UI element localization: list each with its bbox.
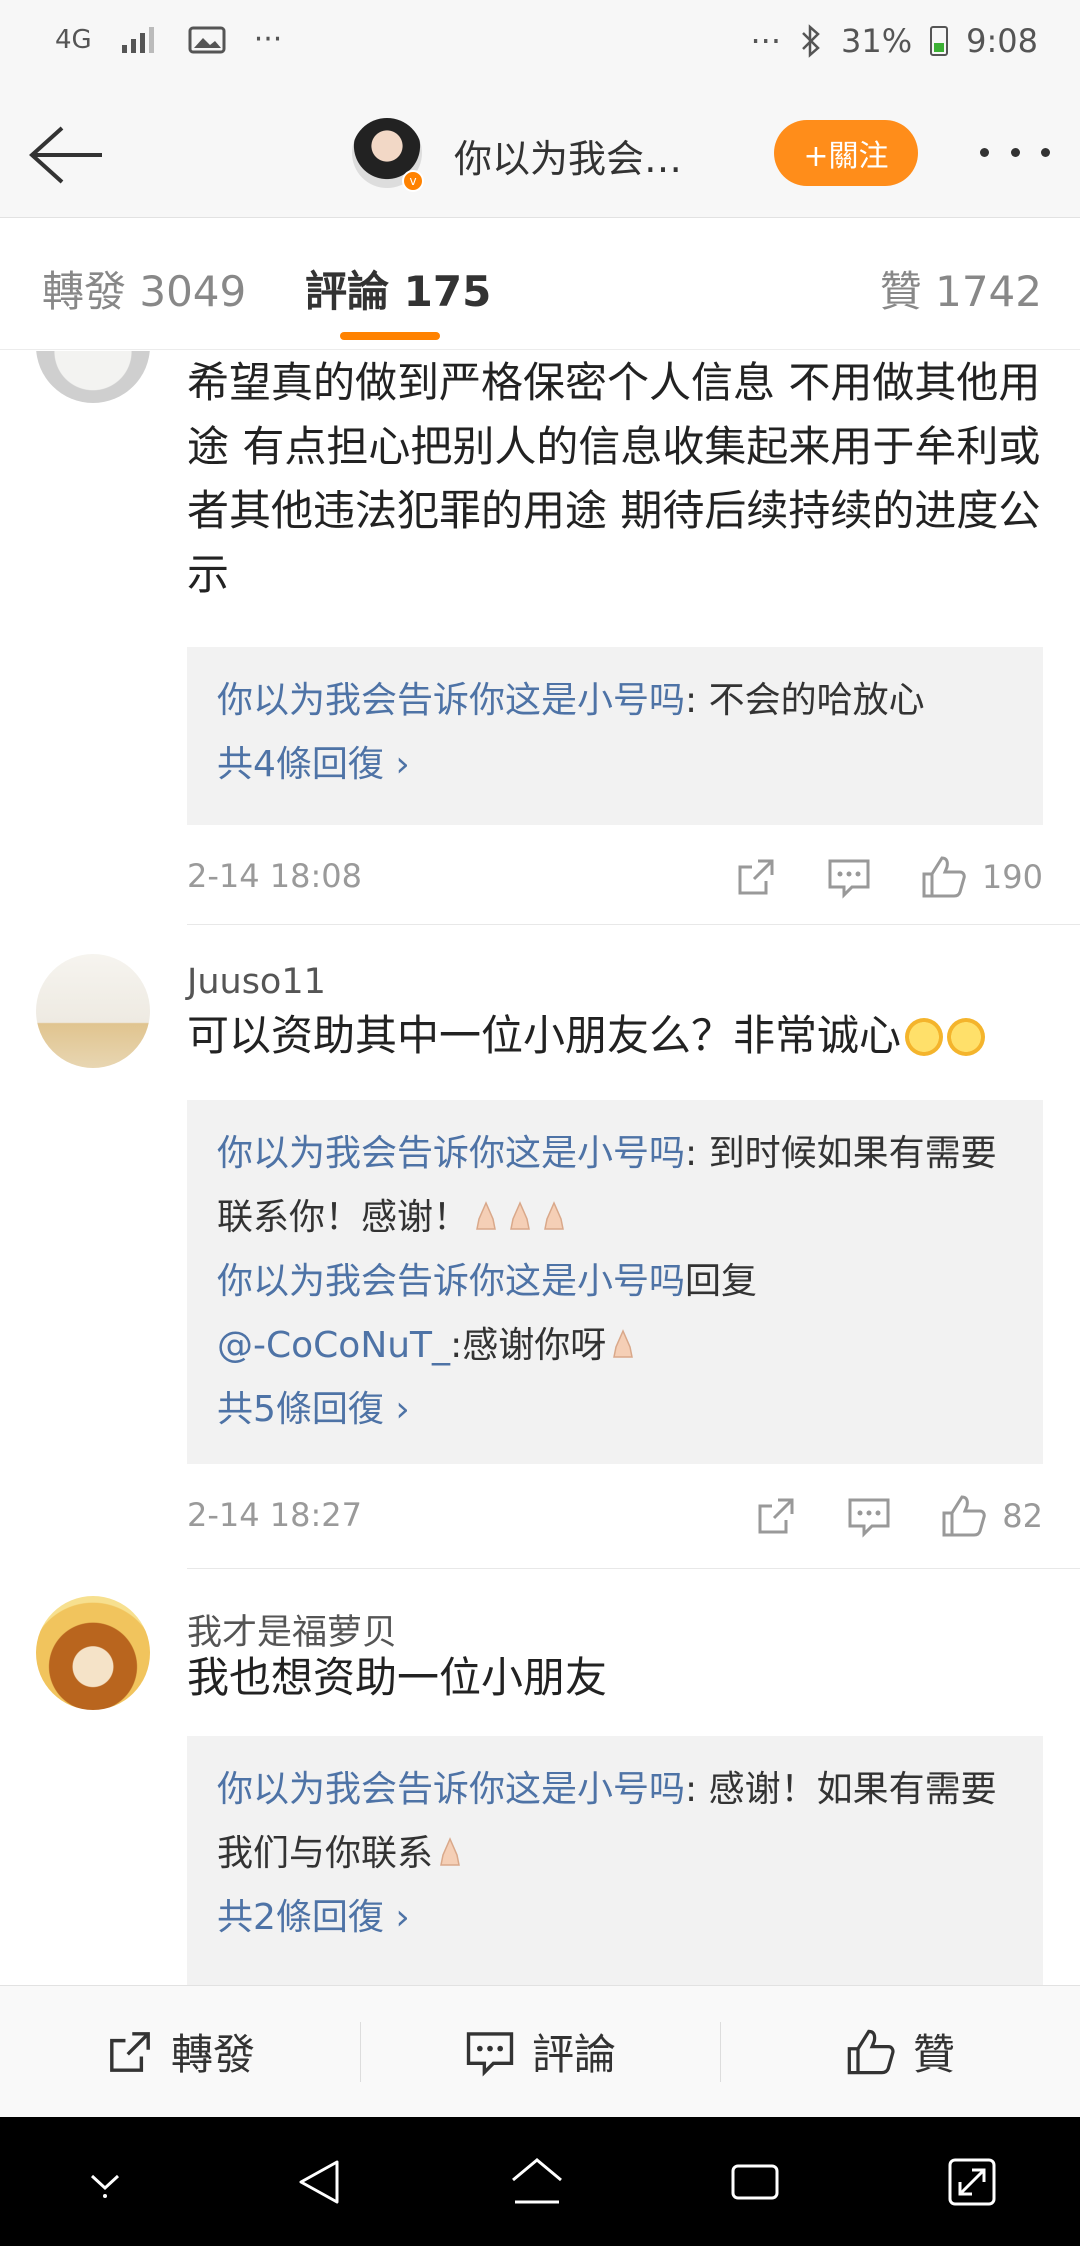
share-icon[interactable] [734, 855, 778, 899]
reply-text: :感谢你呀 [450, 1325, 607, 1366]
comment-text-body: 可以资助其中一位小朋友么？非常诚心 [187, 1011, 902, 1060]
reply-line: 你以为我会告诉你这是小号吗: 不会的哈放心 [217, 669, 1013, 733]
thumbs-up-icon [922, 856, 966, 898]
divider [187, 924, 1080, 925]
like-post-button[interactable]: 贊 [720, 1986, 1080, 2117]
pray-emoji-icon [544, 1201, 564, 1230]
top-nav: v 你以为我会告… +關注 [0, 92, 1080, 218]
pray-emoji-icon [510, 1201, 530, 1230]
battery-percent: 31% [841, 22, 913, 60]
nav-back-icon[interactable] [291, 2154, 347, 2210]
network-indicator: 4G [55, 24, 92, 55]
share-icon [110, 2031, 150, 2072]
comment-label: 評論 [531, 2030, 616, 2079]
more-dot [1010, 147, 1020, 157]
thumbs-up-icon [942, 1495, 987, 1537]
comment-meta: 2-14 18:08 190 [187, 847, 1043, 907]
chevron-down-icon[interactable] [80, 2162, 130, 2202]
follow-button[interactable]: +關注 [774, 120, 918, 186]
comment-time: 2-14 18:08 [187, 857, 363, 895]
battery-icon [930, 26, 949, 56]
system-nav-bar [0, 2117, 1080, 2246]
active-tab-indicator [340, 332, 440, 340]
reply-text: : 不会的哈放心 [685, 680, 925, 721]
repost-button[interactable]: 轉發 [0, 1986, 360, 2117]
arrow-left-icon [29, 126, 102, 184]
comment-icon[interactable] [826, 855, 872, 899]
like-button[interactable]: 82 [940, 1493, 1043, 1539]
nav-home-icon[interactable] [507, 2154, 567, 2210]
comment-text: 我也想资助一位小朋友 [187, 1653, 608, 1702]
reply-preview[interactable]: 你以为我会告诉你这是小号吗: 到时候如果有需要联系你！感谢！ 你以为我会告诉你这… [187, 1100, 1043, 1464]
reply-preview[interactable]: 你以为我会告诉你这是小号吗: 不会的哈放心 共4條回復 › [187, 647, 1043, 825]
reply-username[interactable]: 你以为我会告诉你这是小号吗 [217, 680, 685, 721]
thumbs-up-icon [847, 2029, 895, 2074]
status-more-left: ··· [253, 22, 283, 57]
reply-username[interactable]: 你以为我会告诉你这是小号吗 [217, 1769, 685, 1810]
mention-link[interactable]: @-CoCoNuT_ [217, 1325, 450, 1366]
comment-text: 希望真的做到严格保密个人信息 不用做其他用途 有点担心把别人的信息收集起来用于牟… [187, 358, 1041, 599]
clock: 9:08 [966, 22, 1038, 60]
reply-preview[interactable]: 你以为我会告诉你这是小号吗: 感谢！如果有需要我们与你联系 共2條回復 › [187, 1736, 1043, 1985]
more-options-button[interactable] [980, 132, 1050, 172]
reply-line: 你以为我会告诉你这是小号吗回复 @-CoCoNuT_:感谢你呀 [217, 1250, 1013, 1378]
comment-text: 可以资助其中一位小朋友么？非常诚心 [187, 1004, 1047, 1068]
bottom-action-bar: 轉發 評論 贊 [0, 1985, 1080, 2117]
reply-line: 你以为我会告诉你这是小号吗: 感谢！如果有需要我们与你联系 [217, 1758, 1013, 1886]
more-dot [1041, 147, 1050, 157]
back-button[interactable] [26, 120, 106, 190]
reply-line: 你以为我会告诉你这是小号吗: 到时候如果有需要联系你！感谢！ [217, 1122, 1013, 1250]
commenter-name[interactable]: Juuso11 [187, 962, 326, 1002]
tab-likes[interactable]: 贊 1742 [880, 258, 1042, 319]
like-count: 82 [1002, 1497, 1043, 1535]
reply-username[interactable]: 你以为我会告诉你这是小号吗 [217, 1133, 685, 1174]
pray-emoji-icon [476, 1201, 496, 1230]
reply-username[interactable]: 你以为我会告诉你这是小号吗 [217, 1261, 685, 1302]
smile-emoji-icon [905, 1018, 944, 1056]
comment-time: 2-14 18:27 [187, 1496, 363, 1534]
comment-meta: 2-14 18:27 82 [187, 1486, 1043, 1546]
comment-icon[interactable] [846, 1494, 892, 1538]
divider [187, 1568, 1080, 1569]
repost-label: 轉發 [170, 2030, 255, 2079]
comment-icon [466, 2031, 514, 2076]
signal-icon [121, 26, 154, 53]
comment-button[interactable]: 評論 [360, 1986, 720, 2117]
verified-badge-icon: v [402, 170, 424, 192]
pray-emoji-icon [440, 1837, 460, 1866]
image-icon [188, 26, 226, 53]
share-icon[interactable] [754, 1494, 798, 1538]
nav-recents-icon[interactable] [727, 2154, 783, 2210]
commenter-avatar[interactable] [36, 954, 150, 1068]
commenter-avatar[interactable] [36, 1596, 150, 1710]
bluetooth-icon [802, 24, 820, 58]
smile-emoji-icon [947, 1018, 986, 1056]
view-more-replies-link[interactable]: 共4條回復 › [217, 733, 1013, 797]
tab-bar: 轉發 3049 評論 175 贊 1742 [0, 218, 1080, 350]
like-label: 贊 [912, 2030, 955, 2079]
post-author-title: 你以为我会告… [454, 137, 704, 181]
comment-list[interactable]: 希望真的做到严格保密个人信息 不用做其他用途 有点担心把别人的信息收集起来用于牟… [0, 351, 1080, 1985]
view-more-replies-link[interactable]: 共5條回復 › [217, 1378, 1013, 1442]
status-bar: 4G ··· ··· 31% 9:08 [0, 0, 1080, 92]
pray-emoji-icon [613, 1329, 634, 1358]
tab-comments[interactable]: 評論 175 [305, 258, 491, 319]
commenter-avatar[interactable] [36, 351, 150, 403]
expand-icon[interactable] [944, 2154, 1000, 2210]
view-more-replies-link[interactable]: 共2條回復 › [217, 1886, 1013, 1950]
like-count: 190 [981, 858, 1043, 896]
tab-reposts[interactable]: 轉發 3049 [42, 258, 246, 319]
status-more-right: ··· [750, 22, 782, 60]
like-button[interactable]: 190 [920, 854, 1043, 900]
more-dot [980, 147, 989, 157]
reply-text: 回复 [685, 1261, 758, 1302]
